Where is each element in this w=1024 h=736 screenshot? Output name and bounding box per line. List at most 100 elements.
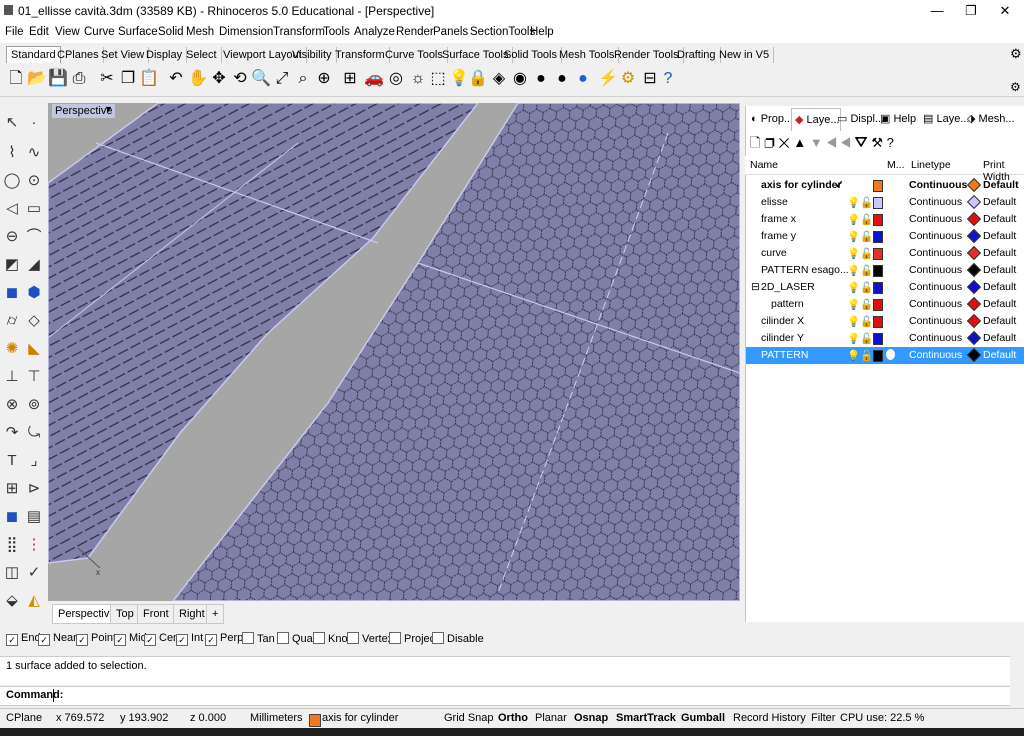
shading-icon[interactable]: ◈: [489, 68, 509, 90]
layer-linetype[interactable]: Continuous: [909, 213, 962, 225]
osnap-project[interactable]: Project: [389, 632, 438, 645]
planar-toggle[interactable]: Planar: [535, 712, 567, 724]
print-color-swatch[interactable]: [966, 194, 982, 210]
car-icon[interactable]: 🚗: [364, 68, 384, 90]
sphere-dark-icon[interactable]: ●: [552, 68, 572, 90]
record-history-toggle[interactable]: Record History: [733, 712, 806, 724]
toolbar-gear-icon[interactable]: ⚙: [1010, 80, 1021, 94]
layer-name[interactable]: curve: [761, 247, 787, 259]
light-icon[interactable]: ☼: [408, 68, 428, 90]
boolean-icon[interactable]: ⬢: [24, 282, 44, 304]
layer-print-width[interactable]: Default: [983, 247, 1016, 259]
delete-layer-icon[interactable]: ✕: [778, 135, 789, 150]
text-icon[interactable]: T: [2, 450, 22, 472]
layer-name[interactable]: 2D_LASER: [761, 281, 815, 293]
curve-icon[interactable]: ∿: [24, 142, 44, 164]
layer-color-swatch[interactable]: [873, 197, 883, 209]
analyze-icon[interactable]: ▤: [24, 506, 44, 528]
array-icon[interactable]: ⊞: [2, 478, 22, 500]
move-left-icon[interactable]: ◀: [826, 135, 836, 150]
select-arrow-icon[interactable]: ↖: [2, 112, 22, 134]
restore-icon[interactable]: ❐: [954, 0, 988, 22]
layer-row[interactable]: PATTERN 💡 🔓 Continuous Default: [746, 347, 1024, 364]
panel-tab-layers-2[interactable]: ▤ Laye...: [920, 108, 970, 130]
copy-icon[interactable]: ❐: [118, 68, 138, 90]
add-viewport-tab-icon[interactable]: +: [206, 604, 225, 624]
camera-icon[interactable]: ◎: [386, 68, 406, 90]
rectangle-icon[interactable]: ▭: [24, 198, 44, 220]
layer-name[interactable]: frame x: [761, 213, 796, 225]
panel-help-icon[interactable]: ?: [887, 135, 894, 150]
layer-linetype[interactable]: Continuous: [909, 349, 962, 361]
layer-color-swatch[interactable]: [873, 333, 883, 345]
filter-icon[interactable]: ⛛: [854, 135, 867, 150]
sphere-icon[interactable]: ●: [531, 68, 551, 90]
osnap-perp[interactable]: ✓ Perp: [205, 632, 243, 646]
bulb-on-icon[interactable]: 💡: [847, 264, 860, 277]
bulb-on-icon[interactable]: 💡: [847, 281, 860, 294]
layer-row[interactable]: curve 💡 🔓 Continuous Default: [746, 245, 1024, 262]
unlock-icon[interactable]: 🔓: [860, 281, 873, 294]
osnap-near[interactable]: ✓ Near: [38, 632, 77, 646]
print-color-swatch[interactable]: [966, 296, 982, 312]
bulb-on-icon[interactable]: 💡: [847, 315, 860, 328]
layer-color-swatch[interactable]: [873, 180, 883, 192]
group-icon[interactable]: ⊗: [2, 394, 22, 416]
checkbox[interactable]: [313, 632, 325, 644]
menu-mesh[interactable]: Mesh: [186, 26, 214, 38]
osnap-end[interactable]: ✓ End: [6, 632, 41, 646]
checkbox[interactable]: ✓: [176, 634, 188, 646]
explode-icon[interactable]: ⊚: [24, 394, 44, 416]
options-icon[interactable]: ⚙: [618, 68, 638, 90]
gear-icon[interactable]: ⚙: [1010, 46, 1022, 62]
checkbox[interactable]: ✓: [114, 634, 126, 646]
properties-tool-icon[interactable]: ⬙: [2, 590, 22, 612]
unlock-icon[interactable]: 🔓: [860, 247, 873, 260]
layer-color-swatch[interactable]: [873, 248, 883, 260]
osnap-cen[interactable]: ✓ Cen: [144, 632, 179, 646]
vp-tab-front[interactable]: Front: [137, 604, 175, 624]
layer-print-width[interactable]: Default: [983, 281, 1016, 293]
tab-solid-tools[interactable]: Solid Tools: [500, 47, 562, 63]
render-icon[interactable]: ●: [573, 68, 593, 90]
layer-print-width[interactable]: Default: [983, 298, 1016, 310]
layer-name[interactable]: PATTERN: [761, 349, 808, 361]
smarttrack-toggle[interactable]: SmartTrack: [616, 712, 676, 724]
move-icon[interactable]: ✥: [209, 68, 229, 90]
trim-icon[interactable]: ⊤: [24, 366, 44, 388]
layer-row[interactable]: ⊟ 2D_LASER 💡 🔓 Continuous Default: [746, 279, 1024, 296]
panel-tab-mesh[interactable]: ⬗ Mesh...: [964, 108, 1015, 130]
paint-icon[interactable]: ◭: [24, 590, 44, 612]
osnap-knot[interactable]: Knot: [313, 632, 351, 645]
layers-icon[interactable]: ⊟: [640, 68, 660, 90]
vp-tab-top[interactable]: Top: [110, 604, 140, 624]
new-icon[interactable]: 🗋: [6, 68, 26, 90]
material-icon[interactable]: [886, 349, 895, 360]
menu-surface[interactable]: Surface: [118, 26, 158, 38]
point-icon[interactable]: ·: [24, 112, 44, 134]
help-icon[interactable]: ?: [658, 68, 678, 90]
tab-cplanes[interactable]: CPlanes: [53, 47, 104, 63]
menu-panels[interactable]: Panels: [433, 26, 468, 38]
checkbox[interactable]: ✓: [6, 634, 18, 646]
menu-help[interactable]: Help: [530, 26, 554, 38]
flow-icon[interactable]: ◫: [2, 562, 22, 584]
layer-linetype[interactable]: Continuous: [909, 264, 962, 276]
ellipse-icon[interactable]: ⊖: [2, 226, 22, 248]
current-layer[interactable]: axis for cylinder: [322, 712, 398, 724]
collapse-icon[interactable]: ⊟: [751, 281, 760, 293]
move-down-icon[interactable]: ▼: [810, 135, 823, 150]
menu-render[interactable]: Render: [396, 26, 434, 38]
menu-file[interactable]: File: [5, 26, 24, 38]
layer-color-swatch[interactable]: [873, 214, 883, 226]
print-color-swatch[interactable]: [966, 228, 982, 244]
menu-edit[interactable]: Edit: [29, 26, 49, 38]
command-input-caret[interactable]: [53, 689, 54, 702]
layer-row[interactable]: cilinder X 💡 🔓 Continuous Default: [746, 313, 1024, 330]
bulb-on-icon[interactable]: 💡: [847, 247, 860, 260]
osnap-toggle[interactable]: Osnap: [574, 712, 608, 724]
move-right-icon[interactable]: ◀: [840, 135, 850, 150]
print-color-swatch[interactable]: [966, 313, 982, 329]
layer-row[interactable]: axis for cylinder ✓ Continuous Default: [746, 177, 1024, 194]
bulb-on-icon[interactable]: 💡: [847, 213, 860, 226]
